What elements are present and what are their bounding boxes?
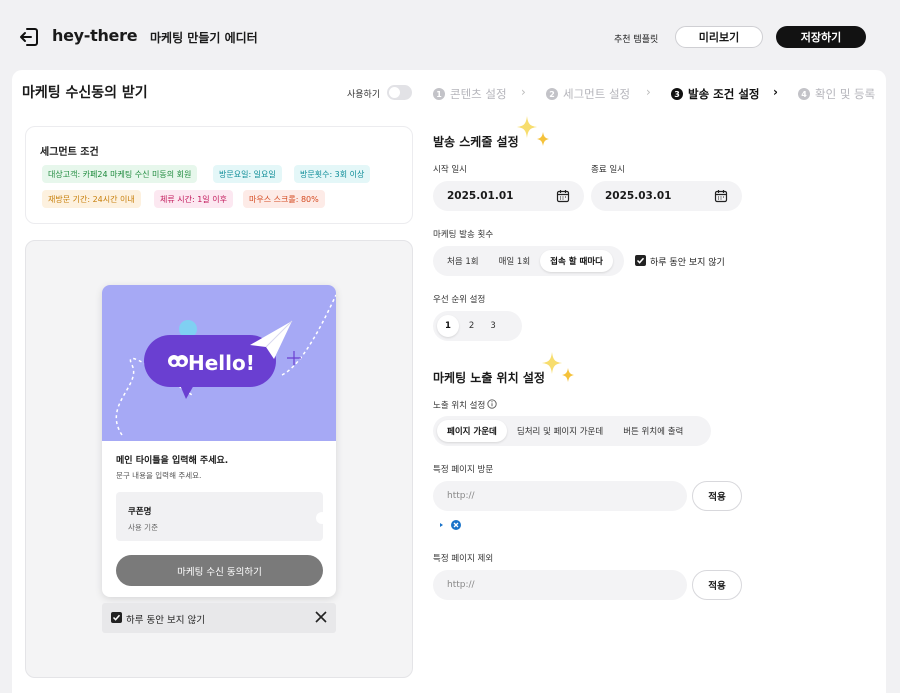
segment-chip: 체류 시간: 1일 이후 xyxy=(154,190,233,208)
toggle-label: 사용하기 xyxy=(347,90,381,100)
start-date-value: 2025.01.01 xyxy=(447,190,514,202)
save-button[interactable]: 저장하기 xyxy=(776,26,866,48)
exclude-apply-button[interactable]: 적용 xyxy=(692,570,742,600)
count-option-first[interactable]: 처음 1회 xyxy=(437,250,489,272)
sparkle-icon xyxy=(517,116,549,146)
coupon-name: 쿠폰명 xyxy=(128,507,152,517)
schedule-title: 발송 스케줄 설정 xyxy=(433,135,519,149)
recommend-template-button[interactable]: 추천 템플릿 xyxy=(614,32,658,45)
toggle-knob xyxy=(389,87,400,98)
count-option-daily[interactable]: 매일 1회 xyxy=(489,250,541,272)
position-option-center[interactable]: 페이지 가운데 xyxy=(437,420,507,442)
exposure-title: 마케팅 노출 위치 설정 xyxy=(433,371,545,385)
priority-option-3[interactable]: 3 xyxy=(484,315,501,337)
editor-subtitle: 마케팅 만들기 에디터 xyxy=(150,31,258,45)
dont-show-day-label: 하루 동안 보지 않기 xyxy=(650,258,725,268)
send-count-selector: 처음 1회 매일 1회 접속 할 때마다 xyxy=(433,246,624,276)
priority-selector: 1 2 3 xyxy=(433,311,522,341)
step-segment[interactable]: 2 세그먼트 설정 xyxy=(546,86,630,102)
segment-chip: 마우스 스크롤: 80% xyxy=(243,190,325,208)
svg-text:Hello!: Hello! xyxy=(188,351,255,375)
exclude-page-label: 특정 페이지 제외 xyxy=(433,554,494,564)
url-tag-remove-icon[interactable] xyxy=(438,519,464,531)
start-date-label: 시작 일시 xyxy=(433,165,467,175)
marketing-agree-button[interactable]: 마케팅 수신 동의하기 xyxy=(116,555,323,586)
popup-image: Hello! xyxy=(102,285,336,441)
visit-url-input[interactable]: http:// xyxy=(433,481,687,511)
count-option-every-visit[interactable]: 접속 할 때마다 xyxy=(540,250,613,272)
segment-chip: 방문요일: 일요일 xyxy=(213,165,282,183)
chevron-right-icon: › xyxy=(521,85,526,99)
segment-chip: 재방문 기간: 24시간 이내 xyxy=(42,190,141,208)
coupon-notch xyxy=(316,512,328,524)
step-send-condition[interactable]: 3 발송 조건 설정 xyxy=(671,86,760,102)
position-label: 노출 위치 설정 xyxy=(433,401,486,411)
priority-option-1[interactable]: 1 xyxy=(437,315,459,337)
preview-button[interactable]: 미리보기 xyxy=(675,26,763,48)
chevron-right-icon: › xyxy=(646,85,651,99)
position-option-dim-center[interactable]: 딤처리 및 페이지 가운데 xyxy=(507,420,613,442)
chevron-right-icon: › xyxy=(773,85,778,99)
end-date-value: 2025.03.01 xyxy=(605,190,672,202)
visit-page-label: 특정 페이지 방문 xyxy=(433,465,494,475)
start-date-field[interactable]: 2025.01.01 xyxy=(433,181,584,211)
send-count-label: 마케팅 발송 횟수 xyxy=(433,230,494,240)
segment-chip: 방문횟수: 3회 이상 xyxy=(294,165,371,183)
dont-show-checkbox[interactable] xyxy=(111,612,122,623)
popup-main-title: 메인 타이틀을 입력해 주세요. xyxy=(116,456,229,466)
check-icon xyxy=(112,614,121,621)
priority-label: 우선 순위 설정 xyxy=(433,295,486,305)
check-icon xyxy=(636,257,645,264)
sparkle-icon xyxy=(542,352,574,382)
step-content[interactable]: 1 콘텐츠 설정 xyxy=(433,86,507,102)
visit-apply-button[interactable]: 적용 xyxy=(692,481,742,511)
calendar-icon[interactable] xyxy=(556,189,570,203)
close-icon[interactable] xyxy=(314,610,328,624)
logo: hey-there xyxy=(52,26,138,45)
hello-illustration: Hello! xyxy=(115,294,336,436)
calendar-icon[interactable] xyxy=(714,189,728,203)
step-confirm[interactable]: 4 확인 및 등록 xyxy=(798,86,875,102)
end-date-field[interactable]: 2025.03.01 xyxy=(591,181,742,211)
position-selector: 페이지 가운데 딤처리 및 페이지 가운데 버튼 위치에 출력 xyxy=(433,416,711,446)
coupon-criteria: 사용 기준 xyxy=(128,523,158,532)
priority-option-2[interactable]: 2 xyxy=(459,315,484,337)
end-date-label: 종료 일시 xyxy=(591,165,625,175)
segment-title: 세그먼트 조건 xyxy=(40,147,99,158)
page-title: 마케팅 수신동의 받기 xyxy=(22,85,148,101)
position-option-button[interactable]: 버튼 위치에 출력 xyxy=(613,420,693,442)
popup-description: 문구 내용을 입력해 주세요. xyxy=(116,471,202,480)
exclude-url-input[interactable]: http:// xyxy=(433,570,687,600)
info-icon[interactable] xyxy=(487,399,497,409)
segment-chip: 대상고객: 카페24 마케팅 수신 미동의 회원 xyxy=(42,165,198,183)
dont-show-label: 하루 동안 보지 않기 xyxy=(126,615,205,626)
dont-show-day-checkbox[interactable] xyxy=(635,255,646,266)
exit-icon[interactable] xyxy=(18,26,40,48)
